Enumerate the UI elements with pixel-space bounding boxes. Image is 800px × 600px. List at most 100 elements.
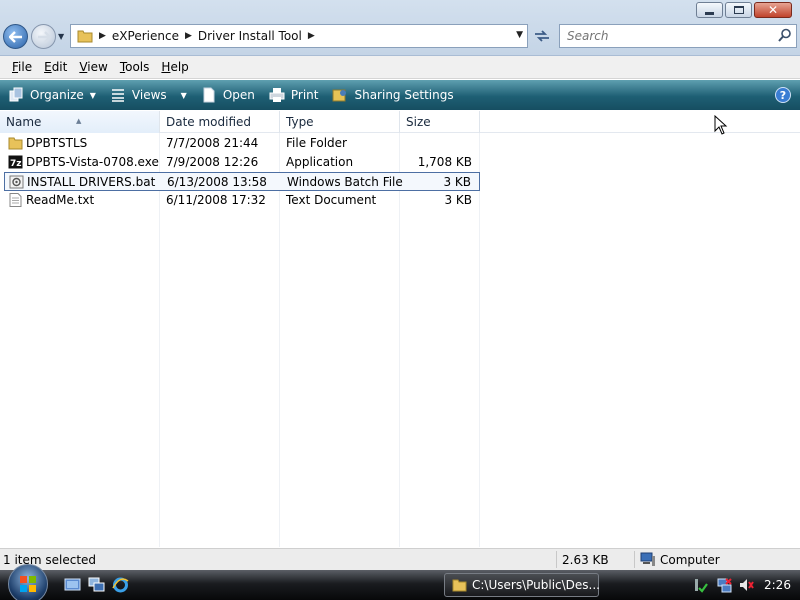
- window-controls: ✕: [696, 2, 792, 18]
- file-date: 6/13/2008 13:58: [167, 175, 267, 189]
- menu-help[interactable]: Help: [155, 60, 194, 74]
- column-size-label: Size: [406, 115, 431, 129]
- system-clock[interactable]: 2:26: [764, 578, 791, 592]
- menu-tools[interactable]: Tools: [114, 60, 156, 74]
- column-header-name[interactable]: Name ▲: [0, 111, 160, 133]
- open-label: Open: [222, 88, 255, 102]
- menu-view[interactable]: View: [73, 60, 113, 74]
- sharing-settings-button[interactable]: Sharing Settings: [332, 87, 454, 103]
- file-name: DPBTSTLS: [26, 136, 88, 150]
- menu-help-label: elp: [170, 60, 189, 74]
- start-button[interactable]: [8, 564, 48, 600]
- menu-edit[interactable]: Edit: [38, 60, 73, 74]
- refresh-icon: [535, 30, 549, 42]
- column-type-label: Type: [286, 115, 314, 129]
- status-selection-count: 1 item selected: [3, 553, 97, 567]
- back-arrow-icon: [8, 30, 22, 43]
- organize-icon: [9, 87, 23, 102]
- breadcrumb-arrow-icon: ▶: [184, 31, 192, 41]
- maximize-button[interactable]: [725, 2, 752, 18]
- column-header-size[interactable]: Size: [400, 111, 480, 133]
- open-button[interactable]: Open: [201, 87, 255, 103]
- open-file-icon: [203, 87, 215, 103]
- network-icon[interactable]: [716, 577, 732, 593]
- 7zip-icon: 7z: [8, 155, 23, 169]
- chevron-down-icon: ▼: [180, 90, 187, 100]
- show-desktop-icon[interactable]: [64, 577, 81, 593]
- forward-button[interactable]: [31, 24, 56, 49]
- column-date-label: Date modified: [166, 115, 252, 129]
- taskbar-window-explorer[interactable]: C:\Users\Public\Des...: [444, 573, 600, 597]
- breadcrumb-experience[interactable]: eXPerience: [112, 29, 179, 43]
- address-dropdown-icon[interactable]: ▼: [516, 30, 523, 40]
- refresh-button[interactable]: [530, 24, 554, 48]
- search-icon: [778, 28, 791, 42]
- file-row-install-drivers-bat[interactable]: INSTALL DRIVERS.bat 6/13/2008 13:58 Wind…: [4, 172, 480, 191]
- organize-button[interactable]: Organize ▼: [8, 87, 96, 103]
- file-name: DPBTS-Vista-0708.exe: [26, 155, 159, 169]
- breadcrumb-arrow-icon: ▶: [99, 31, 106, 41]
- status-location: Computer: [660, 553, 720, 567]
- file-date: 7/7/2008 21:44: [166, 136, 259, 150]
- file-size: 3 KB: [443, 175, 471, 189]
- file-row-dpbts-exe[interactable]: 7z DPBTS-Vista-0708.exe 7/9/2008 12:26 A…: [4, 153, 480, 172]
- close-button[interactable]: ✕: [754, 2, 792, 18]
- breadcrumb-driver-install-tool[interactable]: Driver Install Tool: [198, 29, 302, 43]
- forward-arrow-icon: [37, 30, 51, 43]
- views-icon: [111, 89, 124, 102]
- recent-pages-chevron-icon[interactable]: ▼: [58, 32, 64, 41]
- file-type: File Folder: [286, 136, 347, 150]
- column-name-label: Name: [6, 115, 42, 129]
- address-bar[interactable]: ▶ eXPerience ▶ Driver Install Tool ▶ ▼: [70, 24, 528, 48]
- folder-icon: [77, 30, 93, 43]
- batch-file-icon: [9, 175, 24, 189]
- file-size: 3 KB: [444, 193, 472, 207]
- internet-explorer-icon[interactable]: [112, 577, 129, 593]
- system-tray: 2:26: [688, 573, 800, 597]
- column-header-date-modified[interactable]: Date modified: [160, 111, 280, 133]
- help-button[interactable]: ?: [775, 87, 791, 103]
- status-bar: 1 item selected 2.63 KB Computer: [0, 548, 800, 570]
- column-header-type[interactable]: Type: [280, 111, 400, 133]
- file-type: Application: [286, 155, 354, 169]
- search-box[interactable]: [559, 24, 797, 48]
- column-header: Name ▲ Date modified Type Size: [0, 111, 800, 133]
- minimize-icon: [705, 11, 714, 15]
- windows-logo-icon: [20, 576, 36, 592]
- title-address-bar: ✕ ▼ ▶ eXPerience ▶ Driver Install Tool ▶…: [0, 0, 800, 56]
- close-icon: ✕: [767, 3, 779, 17]
- switch-windows-icon[interactable]: [88, 577, 105, 593]
- search-input[interactable]: [567, 29, 767, 43]
- back-button[interactable]: [3, 24, 28, 49]
- menu-view-label: iew: [87, 60, 108, 74]
- folder-icon: [452, 579, 467, 592]
- taskbar: C:\Users\Public\Des... 2:26: [0, 564, 800, 600]
- sharing-label: Sharing Settings: [354, 88, 454, 102]
- print-label: Print: [290, 88, 319, 102]
- volume-muted-icon[interactable]: [738, 577, 754, 593]
- menu-file-label: ile: [18, 60, 33, 74]
- file-list: Name ▲ Date modified Type Size DPBTSTLS …: [0, 111, 800, 547]
- taskbar-window-label: C:\Users\Public\Des...: [472, 578, 600, 592]
- menu-tools-label: ools: [125, 60, 150, 74]
- file-row-readme-txt[interactable]: ReadMe.txt 6/11/2008 17:32 Text Document…: [4, 191, 480, 210]
- status-divider: [556, 551, 557, 568]
- maximize-icon: [733, 6, 744, 14]
- safely-remove-hardware-icon[interactable]: [692, 577, 708, 593]
- svg-text:7z: 7z: [10, 159, 22, 169]
- breadcrumb-arrow-icon: ▶: [307, 31, 315, 41]
- menu-bar: File Edit View Tools Help: [0, 56, 800, 79]
- sharing-icon: [332, 89, 347, 102]
- print-button[interactable]: Print: [269, 87, 319, 103]
- file-row-dpbtstls[interactable]: DPBTSTLS 7/7/2008 21:44 File Folder: [4, 134, 480, 153]
- status-selection-size: 2.63 KB: [562, 553, 609, 567]
- organize-label: Organize: [30, 88, 84, 102]
- menu-file[interactable]: File: [6, 60, 38, 74]
- chevron-down-icon: ▼: [89, 90, 96, 100]
- mouse-cursor-icon: [714, 115, 728, 135]
- command-bar: Organize ▼ Views ▼ Open Print Sharing Se…: [0, 80, 800, 110]
- menu-edit-accel: E: [44, 60, 52, 74]
- file-type: Text Document: [286, 193, 377, 207]
- views-button[interactable]: Views ▼: [110, 87, 187, 103]
- minimize-button[interactable]: [696, 2, 723, 18]
